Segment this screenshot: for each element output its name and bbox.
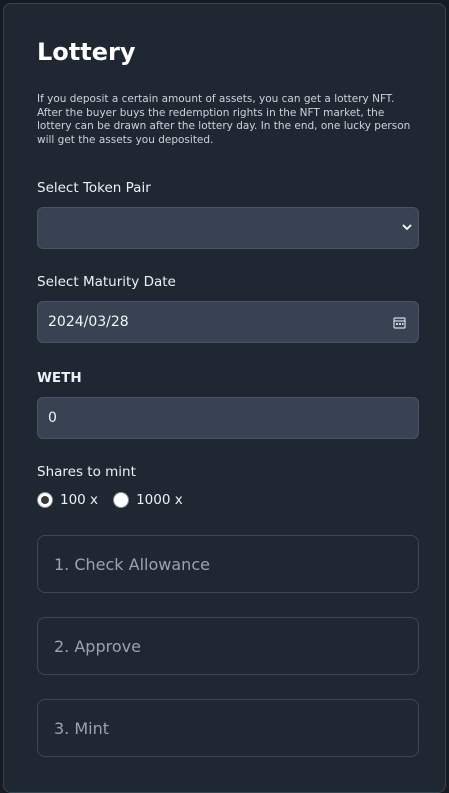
- maturity-date-label: Select Maturity Date: [37, 274, 176, 290]
- shares-label: Shares to mint: [37, 464, 136, 480]
- shares-option-100[interactable]: 100 x: [37, 492, 98, 508]
- token-pair-select[interactable]: [37, 207, 419, 249]
- chevron-down-icon: [402, 224, 412, 230]
- calendar-icon[interactable]: [393, 316, 406, 329]
- token-pair-label: Select Token Pair: [37, 180, 151, 196]
- check-allowance-button[interactable]: 1. Check Allowance: [37, 535, 419, 593]
- mint-button[interactable]: 3. Mint: [37, 699, 419, 757]
- maturity-date-value: 2024/03/28: [48, 314, 129, 330]
- mint-label: 3. Mint: [54, 719, 110, 738]
- shares-option-label: 100 x: [60, 492, 99, 508]
- amount-value: 0: [48, 410, 57, 426]
- description-text: If you deposit a certain amount of asset…: [37, 93, 411, 146]
- page-title: Lottery: [37, 38, 136, 66]
- lottery-card: Lottery If you deposit a certain amount …: [3, 3, 446, 793]
- radio-button-checked[interactable]: [37, 492, 53, 508]
- radio-button[interactable]: [113, 492, 130, 508]
- approve-button[interactable]: 2. Approve: [37, 617, 419, 675]
- check-allowance-label: 1. Check Allowance: [54, 555, 210, 574]
- maturity-date-input[interactable]: 2024/03/28: [37, 301, 419, 343]
- shares-option-label: 1000 x: [136, 492, 183, 508]
- amount-label: WETH: [37, 370, 82, 386]
- shares-option-1000[interactable]: 1000 x: [113, 492, 183, 508]
- approve-label: 2. Approve: [54, 637, 141, 656]
- shares-radio-group: 100 x 1000 x: [37, 492, 198, 508]
- amount-input[interactable]: 0: [37, 397, 419, 439]
